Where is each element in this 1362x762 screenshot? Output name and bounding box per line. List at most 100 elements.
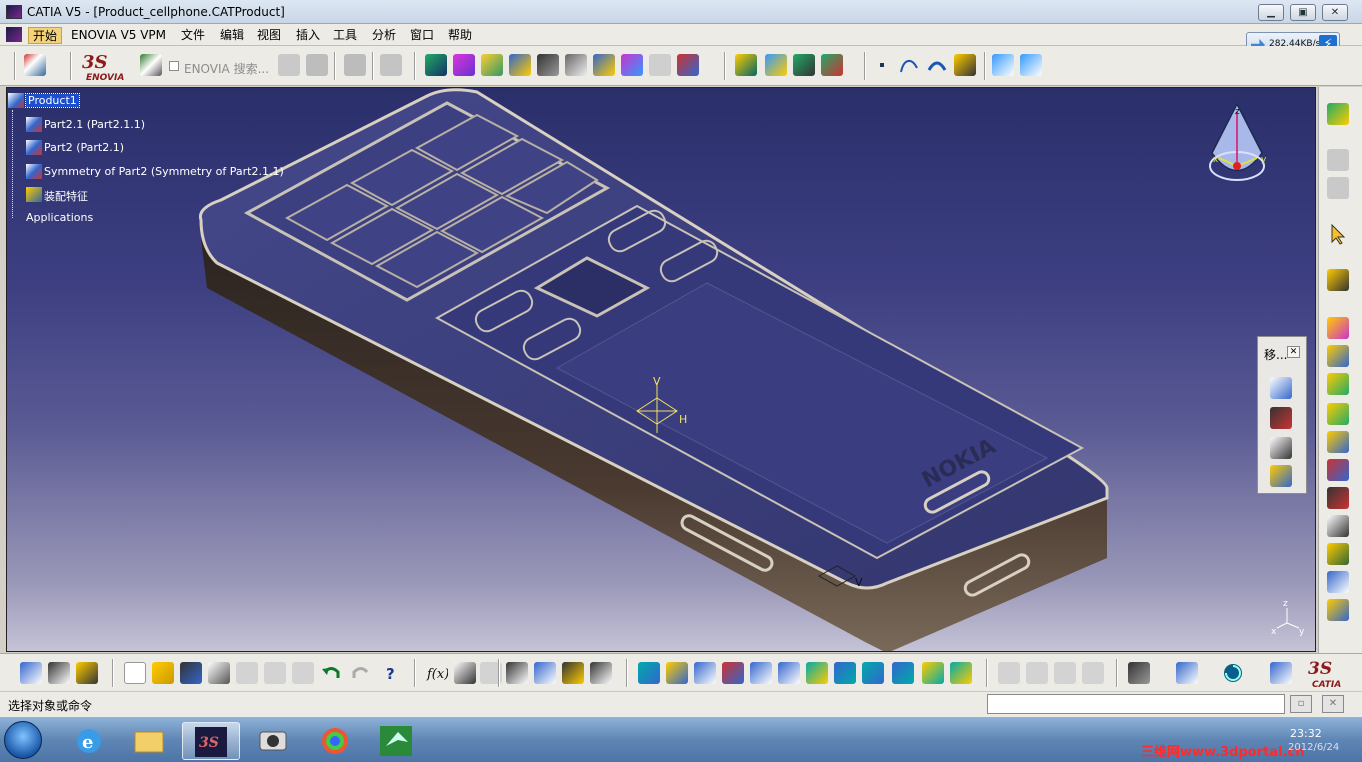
manipulate-2-icon[interactable]: [1327, 269, 1349, 291]
start-button[interactable]: [4, 721, 42, 759]
plane-icon[interactable]: [954, 54, 976, 76]
swap-space-icon[interactable]: [950, 662, 972, 684]
copy-disabled-icon[interactable]: [344, 54, 366, 76]
save-db-icon[interactable]: [306, 54, 328, 76]
command-input[interactable]: [987, 694, 1285, 714]
save-icon[interactable]: [180, 662, 202, 684]
table-2-icon[interactable]: [506, 662, 528, 684]
swirl-icon[interactable]: [1222, 662, 1244, 684]
file-explorer-icon[interactable]: [120, 722, 178, 760]
product-toolbar-icon[interactable]: [24, 54, 46, 76]
snap-icon[interactable]: [593, 54, 615, 76]
close-icon[interactable]: ✕: [1287, 346, 1300, 358]
help-icon[interactable]: ?: [380, 662, 402, 684]
rotate-icon[interactable]: [722, 662, 744, 684]
lock-icon[interactable]: [562, 662, 584, 684]
enovia-search-checkbox[interactable]: [169, 61, 179, 71]
view-search-2-icon[interactable]: [1020, 54, 1042, 76]
zoom-in-icon[interactable]: [750, 662, 772, 684]
manipulation-icon[interactable]: [1270, 377, 1292, 399]
link-icon[interactable]: [425, 54, 447, 76]
menu-window[interactable]: 窗口: [406, 27, 438, 44]
pencil-icon[interactable]: [565, 54, 587, 76]
select-arrow-icon[interactable]: [1327, 223, 1349, 245]
gear-icon[interactable]: [1327, 103, 1349, 125]
bracket-icon[interactable]: [590, 662, 612, 684]
camera-icon[interactable]: [1128, 662, 1150, 684]
camera-app-icon[interactable]: [244, 722, 302, 760]
command-ok-button[interactable]: ▫: [1290, 695, 1312, 713]
capture-icon[interactable]: [1176, 662, 1198, 684]
explode-icon[interactable]: [1270, 437, 1292, 459]
annotation-icon[interactable]: [1327, 543, 1349, 565]
measure-icon[interactable]: [20, 662, 42, 684]
internet-explorer-icon[interactable]: e: [60, 722, 118, 760]
multi-instantiation-icon[interactable]: [677, 54, 699, 76]
normal-view-icon[interactable]: [806, 662, 828, 684]
spline-icon[interactable]: [898, 54, 920, 76]
manipulate-icon[interactable]: [537, 54, 559, 76]
disabled-3-icon[interactable]: [1054, 662, 1076, 684]
disabled-4-icon[interactable]: [1082, 662, 1104, 684]
constraint-offset-icon[interactable]: [793, 54, 815, 76]
list-icon[interactable]: [1327, 487, 1349, 509]
pan-icon[interactable]: [694, 662, 716, 684]
paste-icon[interactable]: [292, 662, 314, 684]
zoom-out-icon[interactable]: [778, 662, 800, 684]
menu-edit[interactable]: 编辑: [216, 27, 248, 44]
restore-button[interactable]: ▣: [1290, 4, 1316, 21]
catalog-disabled-icon[interactable]: [1327, 149, 1349, 171]
arrow-disabled-icon[interactable]: [380, 54, 402, 76]
menu-enovia[interactable]: ENOVIA V5 VPM: [67, 27, 170, 44]
menu-tools[interactable]: 工具: [329, 27, 361, 44]
constraint-coincidence-icon[interactable]: [735, 54, 757, 76]
shading-icon[interactable]: [892, 662, 914, 684]
comment-icon[interactable]: [454, 662, 476, 684]
copy-icon[interactable]: [264, 662, 286, 684]
multi-view-icon[interactable]: [834, 662, 856, 684]
new-file-icon[interactable]: [124, 662, 146, 684]
taskbar-clock[interactable]: 23:32: [1290, 727, 1322, 740]
catalog-2-disabled-icon[interactable]: [1327, 177, 1349, 199]
view-search-icon[interactable]: [992, 54, 1014, 76]
point-icon[interactable]: [880, 63, 884, 67]
enovia-workbench-icon[interactable]: [140, 54, 162, 76]
enovia-search-label[interactable]: ENOVIA 搜索...: [184, 60, 269, 77]
cut-icon[interactable]: [236, 662, 258, 684]
update-disabled-icon[interactable]: [649, 54, 671, 76]
undo-icon[interactable]: [320, 662, 342, 684]
open-folder-icon[interactable]: [152, 662, 174, 684]
document-icon[interactable]: [6, 27, 22, 42]
hide-show-icon[interactable]: [922, 662, 944, 684]
minimize-button[interactable]: ▁: [1258, 4, 1284, 21]
menu-start[interactable]: 开始: [28, 27, 63, 44]
snap-2-icon[interactable]: [1270, 407, 1292, 429]
weight-icon[interactable]: [76, 662, 98, 684]
print-icon[interactable]: [208, 662, 230, 684]
existing-component-icon[interactable]: [481, 54, 503, 76]
import-icon[interactable]: [1327, 431, 1349, 453]
formula-icon[interactable]: f(x): [426, 662, 449, 684]
menu-file[interactable]: 文件: [177, 27, 209, 44]
new-part-icon[interactable]: [453, 54, 475, 76]
catia-taskbar-icon[interactable]: 3S: [182, 722, 240, 760]
redo-icon[interactable]: [350, 662, 372, 684]
scene-3-icon[interactable]: [1327, 373, 1349, 395]
photo-app-icon[interactable]: [306, 722, 364, 760]
measure-inertia-icon[interactable]: [48, 662, 70, 684]
disabled-2-icon[interactable]: [1026, 662, 1048, 684]
reorder-icon[interactable]: [621, 54, 643, 76]
text-icon[interactable]: [1327, 515, 1349, 537]
command-cancel-button[interactable]: ✕: [1322, 695, 1344, 713]
scene-2-icon[interactable]: [1327, 345, 1349, 367]
menu-view[interactable]: 视图: [253, 27, 285, 44]
menu-insert[interactable]: 插入: [292, 27, 324, 44]
search-grid-icon[interactable]: [278, 54, 300, 76]
move-toolbar-panel[interactable]: 移... ✕: [1257, 336, 1307, 494]
fly-icon[interactable]: [638, 662, 660, 684]
bird-app-icon[interactable]: [368, 722, 426, 760]
settings-icon[interactable]: [1327, 599, 1349, 621]
network-icon[interactable]: [534, 662, 556, 684]
menu-help[interactable]: 帮助: [444, 27, 476, 44]
iso-view-icon[interactable]: [862, 662, 884, 684]
